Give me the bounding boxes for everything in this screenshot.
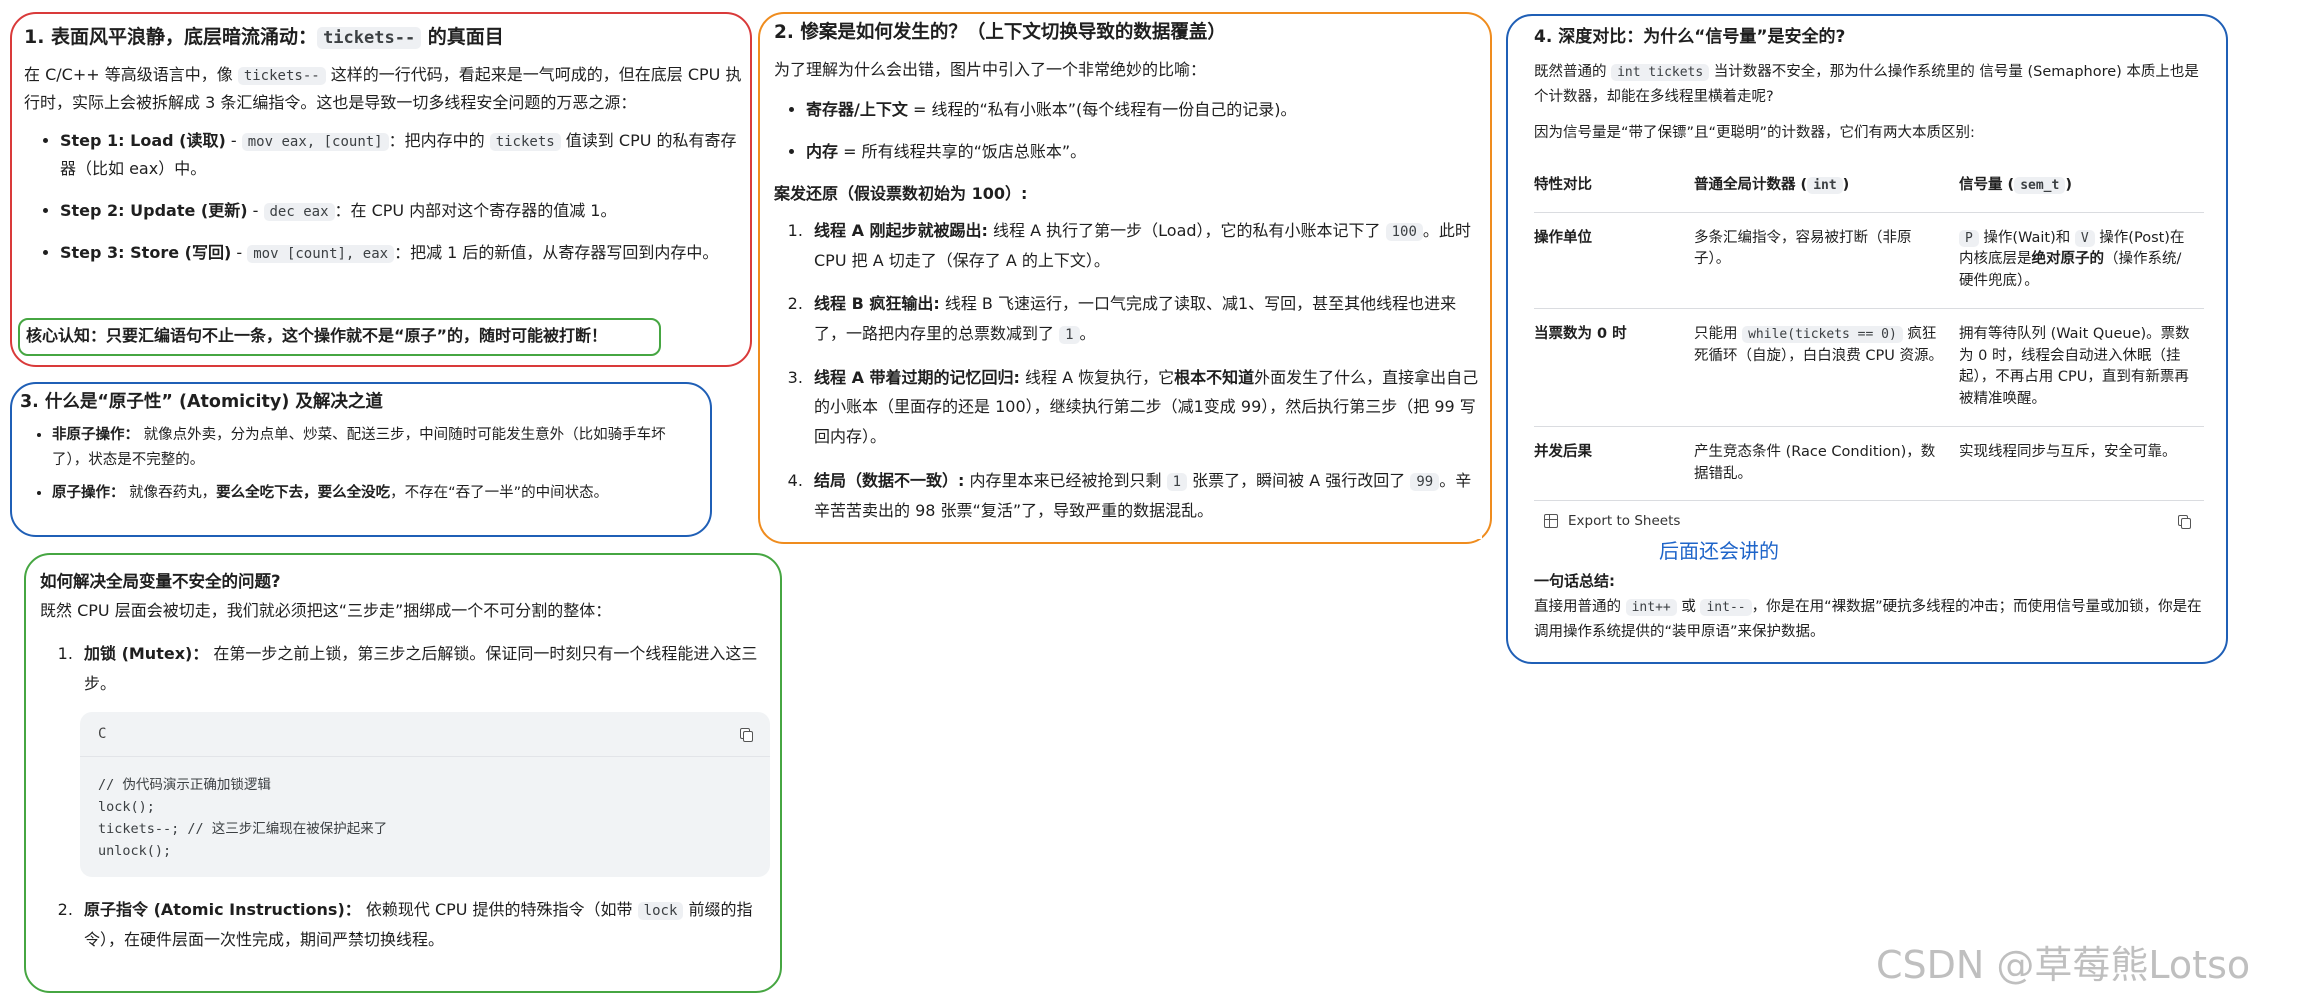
- code-content: // 伪代码演示正确加锁逻辑 lock(); tickets--; // 这三步…: [98, 777, 388, 859]
- list-item: 寄存器/上下文 = 线程的“私有小账本”(每个线程有一份自己的记录)。: [806, 96, 1482, 124]
- panel3-title: 3. 什么是“原子性” (Atomicity) 及解决之道: [20, 392, 383, 412]
- table-row: 操作单位 多条汇编指令，容易被打断（非原子）。 P 操作(Wait)和 V 操作…: [1534, 212, 2204, 309]
- export-to-sheets-button[interactable]: Export to Sheets: [1534, 513, 1680, 529]
- panel2-title: 2. 惨案是如何发生的？（上下文切换导致的数据覆盖）: [774, 22, 1226, 43]
- list-item: 线程 B 疯狂输出: 线程 B 飞速运行，一口气完成了读取、减1、写回，甚至其他…: [808, 289, 1482, 348]
- panel5-intro: 既然 CPU 层面会被切走，我们就必须把这“三步走”捆绑成一个不可分割的整体：: [40, 601, 612, 621]
- copy-icon[interactable]: [2178, 514, 2191, 529]
- list-item: 原子指令 (Atomic Instructions)： 依赖现代 CPU 提供的…: [78, 895, 770, 954]
- list-item: 原子操作： 就像吞药丸，要么全吃下去，要么全没吃，不存在“吞了一半”的中间状态。: [52, 481, 700, 506]
- watermark: CSDN @草莓熊Lotso: [1876, 943, 2251, 987]
- panel1-title: 1. 表面风平浪静，底层暗流涌动： tickets-- 的真面目: [24, 26, 504, 49]
- list-item: 内存 = 所有线程共享的“饭店总账本”。: [806, 138, 1482, 166]
- table-header-row: 特性对比 普通全局计数器 (int) 信号量 (sem_t): [1534, 159, 2204, 213]
- step-item: Step 3: Store (写回) - mov [count], eax：把减…: [60, 239, 744, 267]
- panel1-intro: 在 C/C++ 等高级语言中，像 tickets-- 这样的一行代码，看起来是一…: [24, 64, 742, 112]
- list-item: 非原子操作： 就像点外卖，分为点单、炒菜、配送三步，中间随时可能发生意外（比如骑…: [52, 423, 700, 474]
- panel4-intro: 既然普通的 int tickets 当计数器不安全，那为什么操作系统里的 信号量…: [1534, 63, 2199, 106]
- table-row: 当票数为 0 时 只能用 while(tickets == 0) 疯狂死循环（自…: [1534, 308, 2204, 427]
- panel5-title: 如何解决全局变量不安全的问题?: [40, 572, 281, 591]
- panel-atomicity: 3. 什么是“原子性” (Atomicity) 及解决之道 非原子操作： 就像点…: [20, 390, 700, 521]
- panel4-intro2: 因为信号量是“带了保镖”且“更聪明”的计数器，它们有两大本质区别:: [1534, 124, 1975, 141]
- summary-text: 直接用普通的 int++ 或 int-- ，你是在用“裸数据”硬抗多线程的冲击；而…: [1534, 598, 2202, 641]
- panel-race-condition: 2. 惨案是如何发生的？（上下文切换导致的数据覆盖） 为了理解为什么会出错，图片…: [774, 20, 1482, 540]
- code-language-label: C: [98, 726, 107, 743]
- panel-solutions: 如何解决全局变量不安全的问题? 既然 CPU 层面会被切走，我们就必须把这“三步…: [40, 570, 770, 969]
- case-title: 案发还原（假设票数初始为 100）:: [774, 183, 1028, 203]
- panel4-title: 4. 深度对比：为什么“信号量”是安全的?: [1534, 27, 1846, 47]
- list-item: 加锁 (Mutex)： 在第一步之前上锁，第三步之后解锁。保证同一时刻只有一个线…: [78, 639, 770, 698]
- list-item: 线程 A 刚起步就被踢出: 线程 A 执行了第一步（Load），它的私有小账本记…: [808, 216, 1482, 275]
- core-insight: 核心认知：只要汇编语句不止一条，这个操作就不是“原子”的，随时可能被打断！: [26, 322, 656, 351]
- table-icon: [1544, 514, 1558, 529]
- code-block: C // 伪代码演示正确加锁逻辑 lock(); tickets--; // 这…: [80, 712, 770, 877]
- step-item: Step 2: Update (更新) - dec eax：在 CPU 内部对这…: [60, 197, 744, 225]
- copy-icon[interactable]: [740, 727, 753, 742]
- comparison-table: 特性对比 普通全局计数器 (int) 信号量 (sem_t) 操作单位 多条汇编…: [1534, 159, 2204, 502]
- list-item: 结局（数据不一致）: 内存里本来已经被抢到只剩 1 张票了，瞬间被 A 强行改回…: [808, 466, 1482, 525]
- summary-title: 一句话总结:: [1534, 572, 1615, 591]
- table-row: 并发后果 产生竞态条件 (Race Condition)，数据错乱。 实现线程同…: [1534, 426, 2204, 502]
- panel2-intro: 为了理解为什么会出错，图片中引入了一个非常绝妙的比喻：: [774, 59, 1207, 79]
- panel-assembly-breakdown: 1. 表面风平浪静，底层暗流涌动： tickets-- 的真面目 在 C/C++ …: [24, 24, 744, 281]
- step-item: Step 1: Load (读取) - mov eax, [count]：把内存…: [60, 127, 744, 183]
- list-item: 线程 A 带着过期的记忆回归: 线程 A 恢复执行，它根本不知道外面发生了什么，…: [808, 363, 1482, 452]
- panel-semaphore-comparison: 4. 深度对比：为什么“信号量”是安全的? 既然普通的 int tickets …: [1534, 26, 2204, 654]
- handwritten-note: 后面还会讲的: [1659, 539, 1779, 564]
